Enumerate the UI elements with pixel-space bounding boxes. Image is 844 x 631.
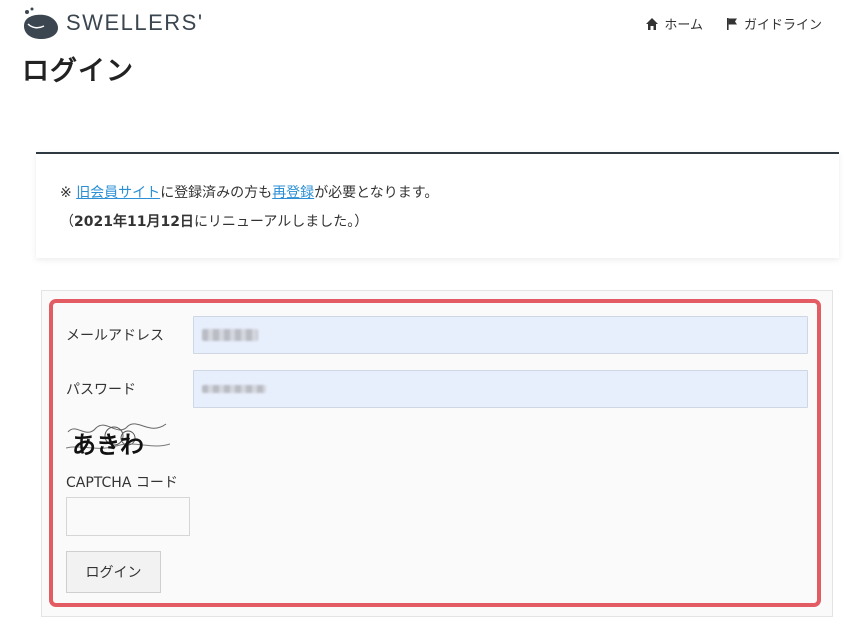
- notice-prefix: ※: [60, 185, 77, 201]
- notice-line2-rest: にリニューアルしました。）: [193, 214, 369, 230]
- site-logo[interactable]: SWELLERS': [22, 6, 204, 40]
- whale-logo-icon: [24, 7, 58, 39]
- nav-guideline[interactable]: ガイドライン: [725, 14, 822, 33]
- nav-home-label: ホーム: [664, 18, 703, 33]
- notice-line-2: （2021年11月12日にリニューアルしました。）: [60, 211, 368, 231]
- flag-icon: [726, 17, 737, 30]
- re-register-link[interactable]: 再登録: [272, 185, 314, 201]
- notice-mid: に登録済みの方も: [160, 185, 273, 201]
- page-title: ログイン: [22, 56, 134, 87]
- renewal-date: 2021年11月12日: [74, 214, 194, 230]
- notice-paren-open: （: [60, 214, 74, 230]
- top-nav: ホーム ガイドライン: [645, 14, 822, 33]
- notice-line-1: ※ 旧会員サイトに登録済みの方も再登録が必要となります。: [60, 182, 438, 202]
- logo-text: SWELLERS': [66, 10, 204, 35]
- notice-suffix: が必要となります。: [314, 185, 439, 201]
- old-member-site-link[interactable]: 旧会員サイト: [76, 185, 160, 201]
- notice-box: ※ 旧会員サイトに登録済みの方も再登録が必要となります。 （2021年11月12…: [36, 152, 839, 258]
- highlight-outline: [49, 299, 821, 607]
- home-icon: [646, 17, 659, 30]
- nav-guideline-label: ガイドライン: [743, 18, 822, 33]
- nav-home[interactable]: ホーム: [645, 14, 703, 33]
